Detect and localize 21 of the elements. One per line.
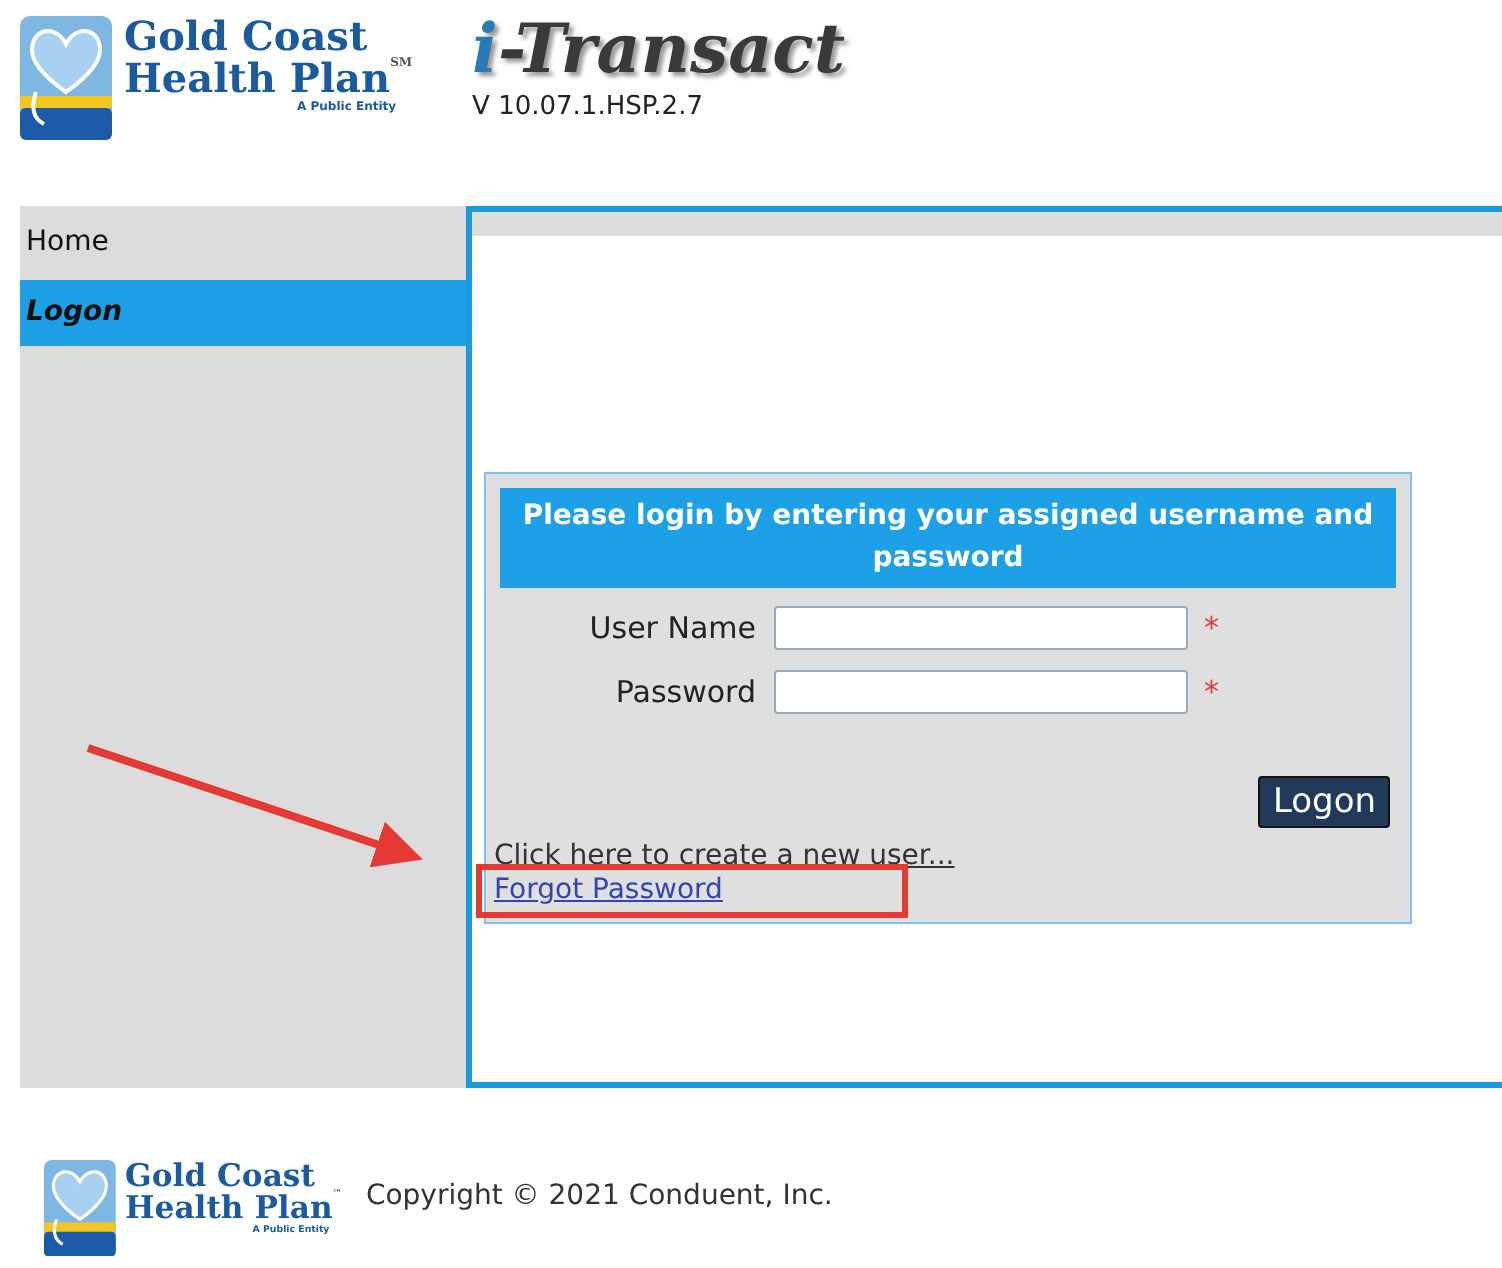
forgot-password-link[interactable]: Forgot Password — [494, 874, 723, 906]
required-mark: * — [1204, 673, 1219, 709]
login-heading: Please login by entering your assigned username and password — [500, 488, 1396, 588]
product-logo: i-Transact — [472, 16, 846, 84]
field-label: User Name — [587, 609, 758, 645]
logo-text: Health Plan — [124, 58, 391, 100]
logo-text: Health Plan — [125, 1192, 333, 1226]
heart-stethoscope-icon — [20, 16, 112, 140]
field-label: Password — [613, 673, 758, 709]
logo-text: Gold Coast — [124, 16, 368, 58]
input-field[interactable] — [774, 669, 1188, 713]
nav-item[interactable]: Home — [20, 210, 466, 276]
nav-item[interactable]: Logon — [20, 280, 466, 346]
required-mark: * — [1204, 609, 1219, 645]
copyright-text: Copyright © 2021 Conduent, Inc. — [365, 1180, 833, 1213]
version-text: V 10.07.1.HSP.2.7 — [472, 92, 705, 122]
heart-stethoscope-icon — [44, 1160, 116, 1257]
logon-button[interactable]: Logon — [1258, 776, 1390, 828]
logo-text: Gold Coast — [125, 1160, 315, 1193]
create-user-link[interactable]: Click here to create a new user... — [494, 840, 955, 872]
input-field[interactable] — [774, 605, 1188, 649]
